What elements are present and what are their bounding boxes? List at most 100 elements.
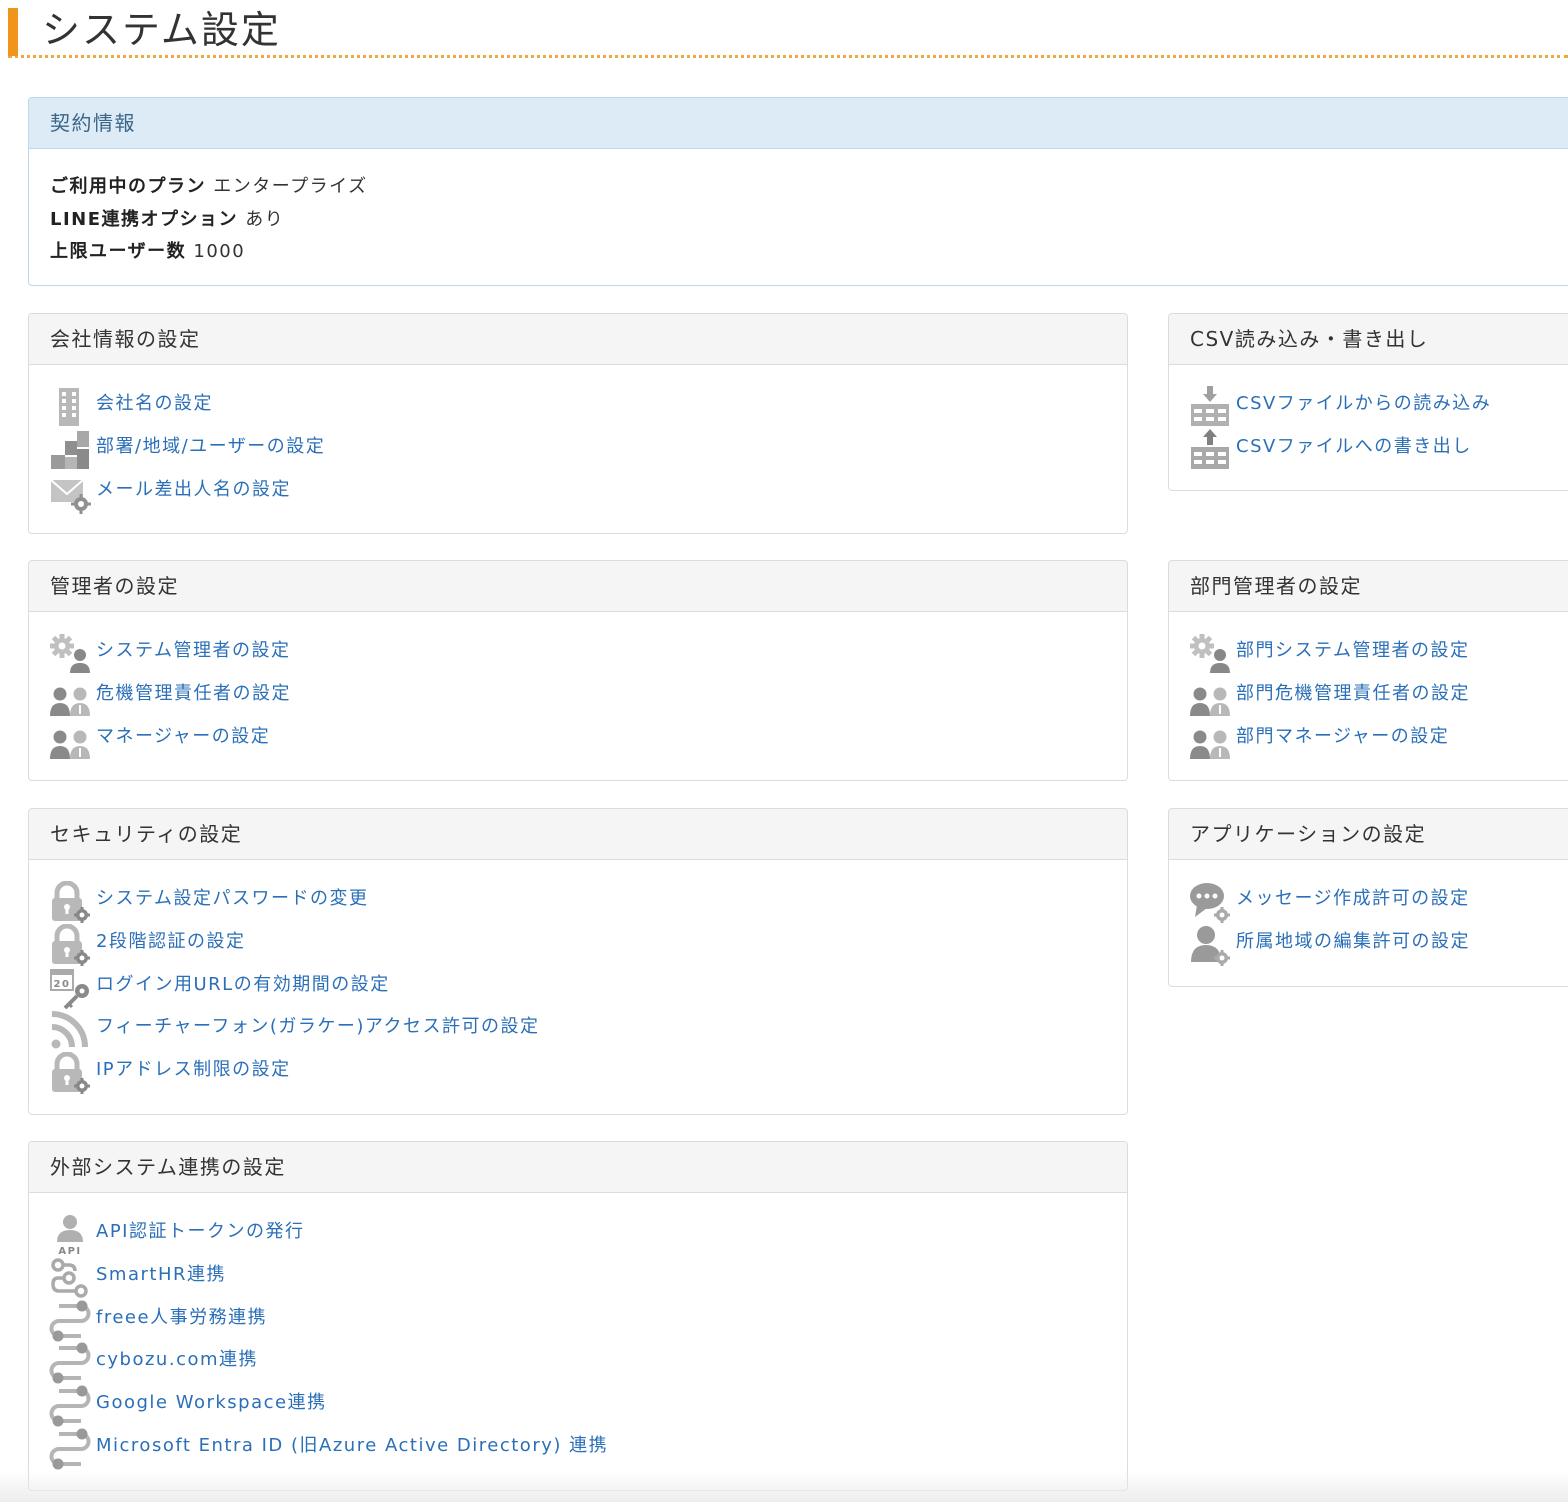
feature-phone-access-setting-label[interactable]: フィーチャーフォン(ガラケー)アクセス許可の設定 (96, 1015, 540, 1039)
login-url-expiry-setting-label[interactable]: ログイン用URLの有効期間の設定 (96, 973, 390, 997)
smarthr-integration-link[interactable]: SmartHR連携 (49, 1257, 1127, 1300)
lock-gear-icon (49, 881, 91, 923)
smarthr-integration-label[interactable]: SmartHR連携 (96, 1263, 226, 1287)
api-icon-text: API (58, 1246, 81, 1256)
chat-gear-icon (1189, 881, 1231, 923)
company-settings-panel: 会社情報の設定 会社名の設定 部署/地域/ユーザーの設定 メール差出人名の設定 (28, 313, 1128, 534)
csv-export-icon (1189, 428, 1231, 471)
pipeline-icon (49, 1428, 91, 1470)
contract-row-value: あり (245, 208, 285, 230)
admin-settings-panel: 管理者の設定 システム管理者の設定 危機管理責任者の設定 マネージャーの設定 (28, 560, 1128, 781)
crisis-manager-setting-label[interactable]: 危機管理責任者の設定 (96, 682, 291, 706)
org-setting-link[interactable]: 部署/地域/ユーザーの設定 (49, 429, 1127, 472)
api-user-icon: API (49, 1214, 91, 1256)
manager-setting-label[interactable]: マネージャーの設定 (96, 725, 270, 749)
csv-import-link[interactable]: CSVファイルからの読み込み (1189, 386, 1568, 429)
api-token-issue-link[interactable]: API API認証トークンの発行 (49, 1214, 1127, 1257)
google-workspace-integration-label[interactable]: Google Workspace連携 (96, 1391, 327, 1415)
admin-settings-heading: 管理者の設定 (29, 561, 1127, 612)
feature-phone-access-setting-link[interactable]: フィーチャーフォン(ガラケー)アクセス許可の設定 (49, 1009, 1127, 1052)
dept-admin-settings-heading: 部門管理者の設定 (1169, 561, 1568, 612)
gear-user-icon (49, 633, 91, 675)
user-gear-icon (1189, 924, 1231, 966)
link-nodes-icon (49, 1257, 91, 1299)
contract-row-label: LINE連携オプション (50, 208, 239, 230)
csv-import-label[interactable]: CSVファイルからの読み込み (1236, 392, 1491, 416)
contract-row-value: 1000 (193, 241, 246, 262)
company-name-setting-link[interactable]: 会社名の設定 (49, 386, 1127, 429)
csv-panel: CSV読み込み・書き出し CSVファイルからの読み込み CSVファイルへの書き出… (1168, 313, 1568, 491)
mail-gear-icon (49, 472, 91, 514)
calendar-day-number: 20 (54, 979, 71, 990)
message-permission-setting-label[interactable]: メッセージ作成許可の設定 (1236, 887, 1470, 911)
dept-crisis-manager-setting-link[interactable]: 部門危機管理責任者の設定 (1189, 676, 1568, 719)
users-icon (49, 719, 91, 761)
cybozu-integration-label[interactable]: cybozu.com連携 (96, 1348, 258, 1372)
ip-restriction-setting-label[interactable]: IPアドレス制限の設定 (96, 1058, 291, 1082)
mail-sender-setting-link[interactable]: メール差出人名の設定 (49, 472, 1127, 515)
users-icon (49, 676, 91, 718)
microsoft-entra-integration-link[interactable]: Microsoft Entra ID (旧Azure Active Direct… (49, 1428, 1127, 1471)
system-password-change-link[interactable]: システム設定パスワードの変更 (49, 881, 1127, 924)
external-integration-panel: 外部システム連携の設定 API API認証トークンの発行 SmartHR連携 f… (28, 1141, 1128, 1491)
building-icon (49, 386, 91, 428)
crisis-manager-setting-link[interactable]: 危機管理責任者の設定 (49, 676, 1127, 719)
csv-export-label[interactable]: CSVファイルへの書き出し (1236, 435, 1472, 459)
app-settings-heading: アプリケーションの設定 (1169, 809, 1568, 860)
dept-crisis-manager-setting-label[interactable]: 部門危機管理責任者の設定 (1236, 682, 1470, 706)
external-integration-heading: 外部システム連携の設定 (29, 1142, 1127, 1193)
contract-row-user-limit: 上限ユーザー数 1000 (50, 236, 1566, 269)
dept-system-admin-setting-link[interactable]: 部門システム管理者の設定 (1189, 633, 1568, 676)
page-header: システム設定 (8, 0, 1568, 58)
title-accent-bar (8, 8, 18, 56)
csv-export-link[interactable]: CSVファイルへの書き出し (1189, 428, 1568, 472)
region-edit-permission-setting-label[interactable]: 所属地域の編集許可の設定 (1236, 930, 1470, 954)
csv-heading: CSV読み込み・書き出し (1169, 314, 1568, 365)
contract-row-label: ご利用中のプラン (50, 176, 206, 197)
contract-row-plan: ご利用中のプラン エンタープライズ (50, 171, 1566, 204)
google-workspace-integration-link[interactable]: Google Workspace連携 (49, 1385, 1127, 1428)
users-icon (1189, 719, 1231, 761)
manager-setting-link[interactable]: マネージャーの設定 (49, 719, 1127, 762)
dept-manager-setting-label[interactable]: 部門マネージャーの設定 (1236, 725, 1449, 749)
dept-admin-settings-panel: 部門管理者の設定 部門システム管理者の設定 部門危機管理責任者の設定 部門マネー… (1168, 560, 1568, 781)
security-settings-panel: セキュリティの設定 システム設定パスワードの変更 2段階認証の設定 20 ログイ… (28, 808, 1128, 1115)
csv-import-icon (1189, 386, 1231, 428)
dept-system-admin-setting-label[interactable]: 部門システム管理者の設定 (1236, 639, 1469, 663)
security-settings-heading: セキュリティの設定 (29, 809, 1127, 860)
pipeline-icon (49, 1342, 91, 1384)
ip-restriction-setting-link[interactable]: IPアドレス制限の設定 (49, 1052, 1127, 1095)
two-factor-setting-link[interactable]: 2段階認証の設定 (49, 923, 1127, 967)
region-edit-permission-setting-link[interactable]: 所属地域の編集許可の設定 (1189, 924, 1568, 967)
pipeline-icon (49, 1300, 91, 1342)
contract-panel-heading: 契約情報 (29, 98, 1568, 149)
freee-integration-link[interactable]: freee人事労務連携 (49, 1300, 1127, 1343)
login-url-expiry-setting-link[interactable]: 20 ログイン用URLの有効期間の設定 (49, 967, 1127, 1010)
rss-icon (49, 1009, 91, 1051)
freee-integration-label[interactable]: freee人事労務連携 (96, 1306, 267, 1330)
system-password-change-label[interactable]: システム設定パスワードの変更 (96, 887, 368, 911)
calendar-key-icon: 20 (49, 967, 91, 1009)
contract-row-value: エンタープライズ (213, 176, 368, 197)
message-permission-setting-link[interactable]: メッセージ作成許可の設定 (1189, 881, 1568, 924)
lock-gear-icon (49, 923, 91, 966)
company-name-setting-label[interactable]: 会社名の設定 (96, 392, 213, 416)
contract-panel: 契約情報 ご利用中のプラン エンタープライズ LINE連携オプション あり 上限… (28, 97, 1568, 286)
gear-user-icon (1189, 633, 1231, 675)
app-settings-panel: アプリケーションの設定 メッセージ作成許可の設定 所属地域の編集許可の設定 (1168, 808, 1568, 987)
lock-gear-icon (49, 1052, 91, 1095)
users-icon (1189, 676, 1231, 718)
dept-manager-setting-link[interactable]: 部門マネージャーの設定 (1189, 719, 1568, 762)
org-blocks-icon (49, 429, 91, 471)
two-factor-setting-label[interactable]: 2段階認証の設定 (96, 930, 245, 954)
org-setting-label[interactable]: 部署/地域/ユーザーの設定 (96, 435, 325, 459)
contract-row-line-option: LINE連携オプション あり (50, 204, 1566, 237)
mail-sender-setting-label[interactable]: メール差出人名の設定 (96, 478, 291, 502)
system-admin-setting-label[interactable]: システム管理者の設定 (96, 639, 290, 663)
pipeline-icon (49, 1385, 91, 1427)
microsoft-entra-integration-label[interactable]: Microsoft Entra ID (旧Azure Active Direct… (96, 1434, 608, 1458)
system-admin-setting-link[interactable]: システム管理者の設定 (49, 633, 1127, 676)
cybozu-integration-link[interactable]: cybozu.com連携 (49, 1342, 1127, 1385)
api-token-issue-label[interactable]: API認証トークンの発行 (96, 1220, 304, 1244)
page-title: システム設定 (42, 8, 281, 52)
